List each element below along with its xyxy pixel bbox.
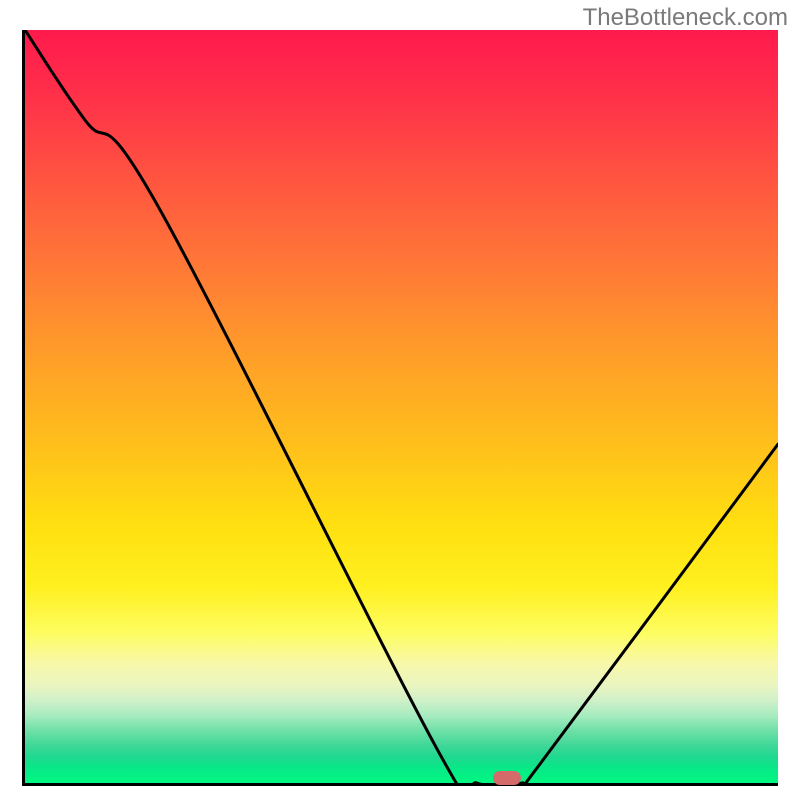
line-curve	[25, 30, 778, 783]
watermark-text: TheBottleneck.com	[583, 4, 788, 32]
optimum-marker	[493, 771, 521, 785]
plot-area	[22, 30, 778, 786]
chart-container: TheBottleneck.com	[0, 0, 800, 800]
